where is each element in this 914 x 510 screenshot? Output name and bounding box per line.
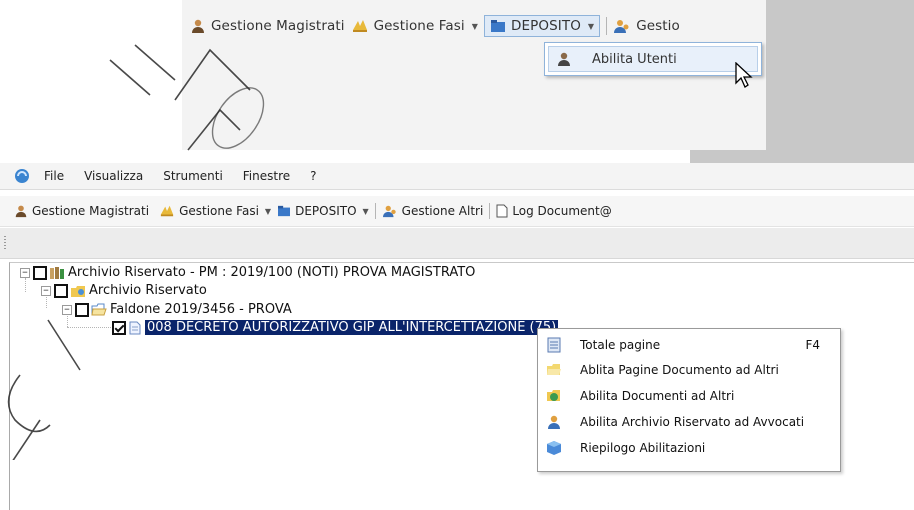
lawyer-icon: [548, 415, 560, 429]
chevron-down-icon: ▼: [471, 21, 478, 31]
chevron-down-icon: ▼: [587, 21, 595, 31]
phases-icon: [352, 20, 367, 32]
tree-node-label-selected: 008 DECRETO AUTORIZZATIVO GIP ALL'INTERC…: [145, 320, 559, 335]
ctx-item-label: Abilita Documenti ad Altri: [580, 389, 735, 403]
mouse-cursor-icon: [735, 62, 753, 88]
collapse-icon[interactable]: −: [62, 304, 72, 315]
zoom-gestione-magistrati-label: Gestione Magistrati: [211, 18, 345, 34]
archive-icon: [50, 266, 64, 279]
menu-bar: File Visualizza Strumenti Finestre ?: [0, 163, 914, 190]
toolbar-separator: [374, 203, 376, 219]
zoom-gestione-magistrati-button[interactable]: Gestione Magistrati: [190, 18, 345, 34]
ctx-item-totale-pagine[interactable]: Totale pagine F4: [538, 333, 840, 357]
ctx-item-abilita-documenti-altri[interactable]: Abilita Documenti ad Altri: [538, 384, 840, 408]
toolbar-separator: [606, 17, 608, 35]
document-share-icon: [547, 390, 560, 401]
tree-checkbox-checked[interactable]: [112, 320, 126, 335]
tree-line: [25, 278, 26, 292]
toolbar-grip-handle[interactable]: [4, 236, 6, 250]
log-document-button[interactable]: Log Document@: [496, 204, 612, 218]
menu-visualizza[interactable]: Visualizza: [84, 169, 143, 183]
app-logo-icon: [15, 169, 29, 183]
toolbar-separator: [489, 203, 491, 219]
menu-item-label: Abilita Utenti: [592, 51, 677, 67]
users-icon: [192, 19, 204, 33]
collapse-icon[interactable]: −: [20, 267, 30, 278]
chevron-down-icon: ▼: [264, 206, 272, 216]
gestione-magistrati-button[interactable]: Gestione Magistrati: [14, 204, 149, 218]
users-icon: [15, 205, 27, 218]
ctx-item-abilita-pagine-documento[interactable]: Ablita Pagine Documento ad Altri: [538, 358, 840, 382]
zoom-gestione-altri-label: Gestio: [636, 18, 680, 34]
deposito-label: DEPOSITO: [295, 204, 357, 218]
tree-node-label: Archivio Riservato - PM : 2019/100 (NOTI…: [68, 265, 476, 280]
tree-node-documento[interactable]: 008 DECRETO AUTORIZZATIVO GIP ALL'INTERC…: [112, 320, 559, 335]
gestione-altri-button[interactable]: Gestione Altri: [382, 204, 484, 218]
tree-checkbox[interactable]: [75, 302, 89, 317]
folder-open-icon: [547, 364, 561, 375]
gestione-altri-label: Gestione Altri: [401, 204, 484, 218]
folder-icon: [278, 205, 291, 217]
ctx-item-label: Abilita Archivio Riservato ad Avvocati: [580, 415, 805, 429]
chevron-down-icon: ▼: [362, 206, 369, 216]
zoom-deposito-button[interactable]: DEPOSITO ▼: [484, 15, 601, 37]
tree-line: [67, 327, 111, 328]
folder-open-icon: [91, 303, 107, 315]
ctx-item-label: Ablita Pagine Documento ad Altri: [580, 363, 779, 377]
user-icon: [558, 52, 570, 66]
menu-item-abilita-utenti[interactable]: Abilita Utenti: [548, 46, 758, 72]
menu-help[interactable]: ?: [310, 169, 316, 183]
tree-node-root[interactable]: − Archivio Riservato - PM : 2019/100 (NO…: [20, 265, 475, 280]
menu-file[interactable]: File: [44, 169, 64, 183]
ctx-item-label: Totale pagine: [580, 338, 661, 352]
gestione-magistrati-label: Gestione Magistrati: [32, 204, 150, 218]
zoom-gestione-fasi-label: Gestione Fasi: [373, 18, 465, 34]
zoom-deposito-label: DEPOSITO: [511, 18, 581, 34]
folder-icon: [491, 20, 505, 32]
summary-icon: [547, 441, 561, 455]
tree-node-faldone[interactable]: − Faldone 2019/3456 - PROVA: [62, 302, 292, 317]
tree-node-label: Faldone 2019/3456 - PROVA: [110, 302, 292, 317]
menu-finestre[interactable]: Finestre: [243, 169, 290, 183]
tree-checkbox[interactable]: [54, 283, 68, 298]
document-icon: [129, 321, 141, 334]
ctx-item-label: Riepilogo Abilitazioni: [580, 441, 706, 455]
pages-icon: [547, 337, 561, 353]
tree-node-label: Archivio Riservato: [89, 283, 207, 298]
user-group-icon: [614, 20, 629, 33]
secondary-toolbar-strip: [0, 228, 914, 259]
log-document-label: Log Document@: [512, 204, 612, 218]
zoomed-toolbar: Gestione Magistrati Gestione Fasi ▼ DEPO…: [190, 12, 680, 40]
tree-node-archivio-riservato[interactable]: − Archivio Riservato: [41, 283, 207, 298]
tree-checkbox[interactable]: [33, 265, 47, 280]
menu-strumenti[interactable]: Strumenti: [163, 169, 223, 183]
gestione-fasi-label: Gestione Fasi: [179, 204, 259, 218]
ctx-item-abilita-archivio-avvocati[interactable]: Abilita Archivio Riservato ad Avvocati: [538, 410, 840, 434]
ctx-item-shortcut: F4: [805, 338, 820, 352]
ctx-item-riepilogo-abilitazioni[interactable]: Riepilogo Abilitazioni: [538, 436, 840, 460]
gestione-fasi-button[interactable]: Gestione Fasi ▼: [159, 204, 271, 218]
document-icon: [496, 204, 508, 218]
context-menu: Totale pagine F4 Ablita Pagine Documento…: [537, 328, 841, 472]
zoom-gestione-altri-button[interactable]: Gestio: [613, 18, 680, 34]
collapse-icon[interactable]: −: [41, 285, 51, 296]
phases-icon: [160, 205, 174, 217]
zoom-gestione-fasi-button[interactable]: Gestione Fasi ▼: [351, 18, 478, 34]
deposito-button[interactable]: DEPOSITO ▼: [277, 204, 369, 218]
user-group-icon: [382, 205, 396, 218]
folder-globe-icon: [71, 285, 85, 297]
main-toolbar: Gestione Magistrati Gestione Fasi ▼ DEPO…: [0, 196, 914, 227]
deposito-dropdown-menu: Abilita Utenti: [544, 42, 762, 76]
